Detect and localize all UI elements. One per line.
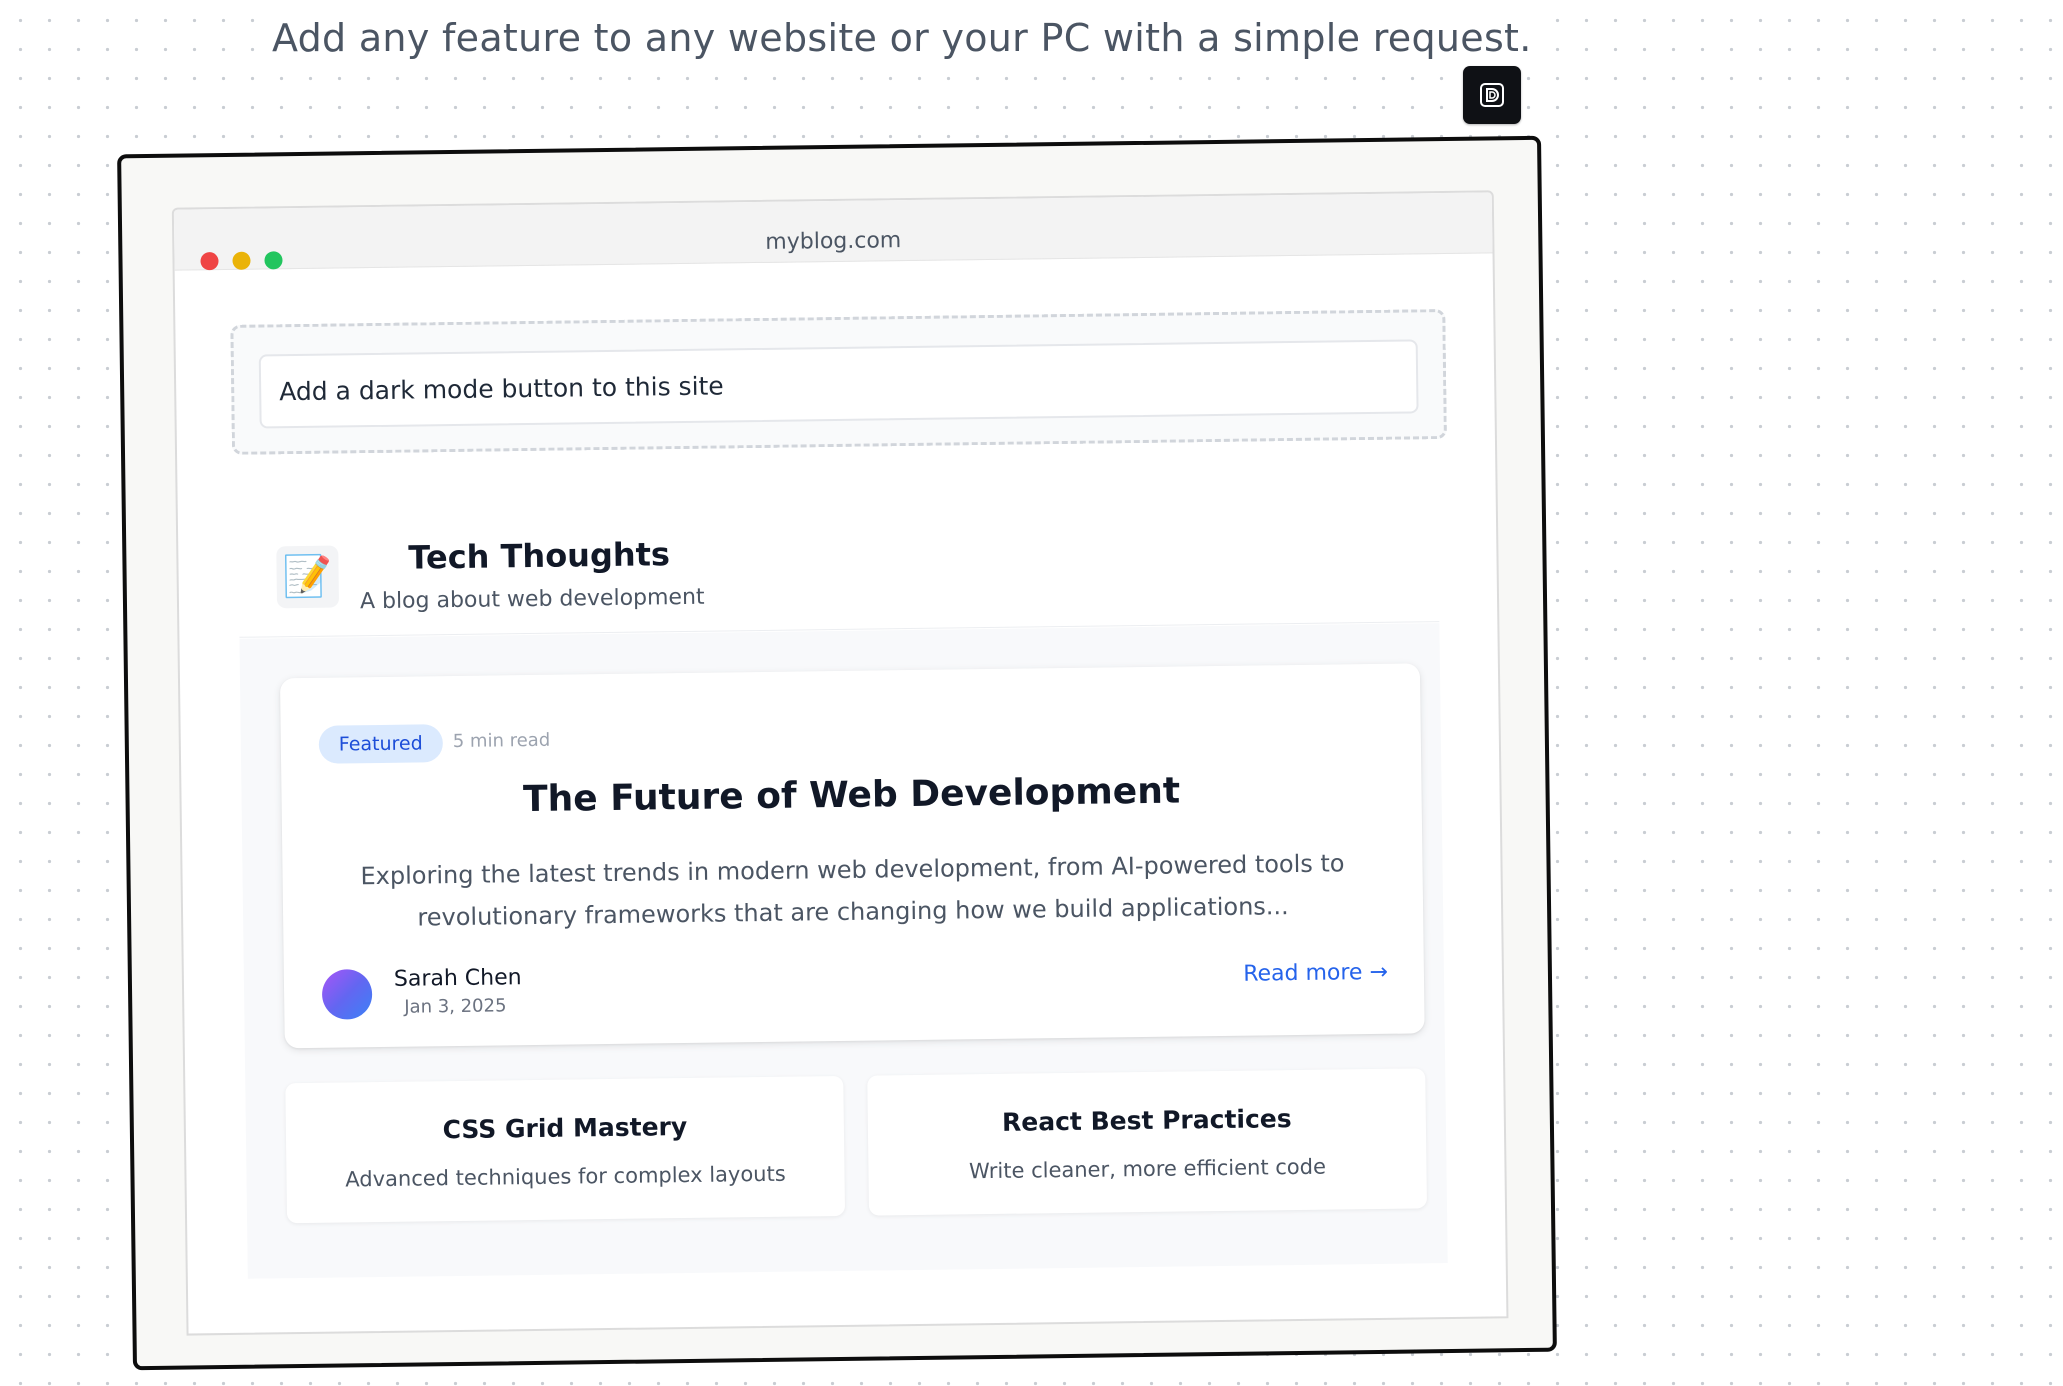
app-logo-button[interactable]: [1463, 66, 1521, 124]
memo-glyph: 📝: [282, 553, 333, 601]
post-title[interactable]: The Future of Web Development: [281, 767, 1421, 823]
feature-request-input[interactable]: Add a dark mode button to this site: [258, 339, 1419, 429]
post-card-description: Advanced techniques for complex layouts: [345, 1161, 786, 1192]
post-date: Jan 3, 2025: [404, 995, 507, 1018]
read-time: 5 min read: [452, 729, 551, 753]
featured-badge: Featured: [318, 724, 443, 764]
author-name: Sarah Chen: [393, 965, 522, 992]
address-bar-url[interactable]: myblog.com: [174, 220, 1492, 262]
blog-content: Featured 5 min read The Future of Web De…: [239, 623, 1448, 1279]
blog-subtitle: A blog about web development: [359, 584, 705, 615]
post-card-css-grid[interactable]: CSS Grid Mastery Advanced techniques for…: [285, 1075, 846, 1224]
blog-header: 📝 Tech Thoughts A blog about web develop…: [238, 525, 1440, 638]
d-logo-icon: [1480, 83, 1504, 107]
post-card-react[interactable]: React Best Practices Write cleaner, more…: [867, 1068, 1428, 1216]
author-avatar: [321, 969, 373, 1020]
blog-title: Tech Thoughts: [408, 535, 671, 577]
browser-titlebar: myblog.com: [173, 192, 1493, 271]
sketch-frame: myblog.com Add a dark mode button to thi…: [117, 135, 1557, 1371]
browser-window: myblog.com Add a dark mode button to thi…: [171, 190, 1509, 1336]
post-card-description: Write cleaner, more efficient code: [968, 1154, 1327, 1184]
page-tagline: Add any feature to any website or your P…: [266, 14, 1538, 62]
post-card-title: React Best Practices: [1001, 1104, 1292, 1137]
post-card-title: CSS Grid Mastery: [442, 1111, 688, 1145]
prompt-dropzone: Add a dark mode button to this site: [230, 309, 1447, 455]
feature-request-text: Add a dark mode button to this site: [279, 370, 724, 406]
memo-icon: 📝: [276, 545, 340, 609]
post-excerpt: Exploring the latest trends in modern we…: [360, 849, 1345, 932]
read-more-link[interactable]: Read more →: [1243, 960, 1388, 987]
featured-post-card[interactable]: Featured 5 min read The Future of Web De…: [279, 663, 1425, 1049]
